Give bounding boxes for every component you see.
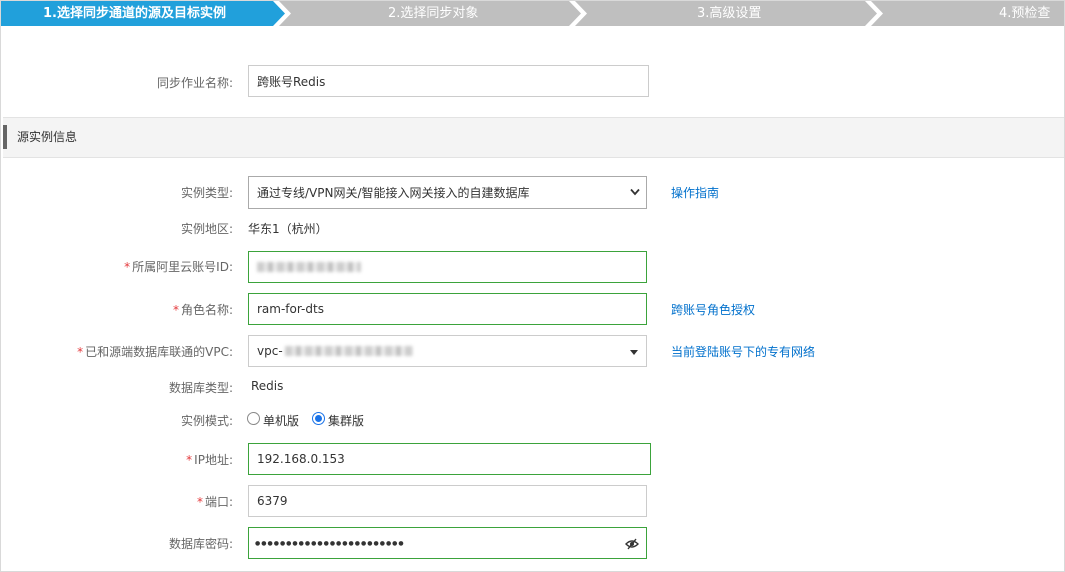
eye-slash-icon[interactable] (625, 538, 639, 550)
account-id-input[interactable] (248, 251, 647, 283)
vpc-label: * 已和源端数据库联通的VPC: (77, 343, 233, 360)
radio-standalone-label[interactable]: 单机版 (263, 412, 299, 429)
db-type-value: Redis (251, 379, 284, 393)
instance-type-value: 通过专线/VPN网关/智能接入网关接入的自建数据库 (257, 186, 530, 200)
port-value: 6379 (257, 494, 288, 508)
chevron-down-icon (630, 188, 640, 196)
password-label: 数据库密码: (168, 537, 233, 551)
vpc-label-text: 已和源端数据库联通的VPC: (85, 345, 233, 359)
vpc-value-prefix: vpc- (257, 344, 283, 358)
ip-input[interactable]: 192.168.0.153 (248, 443, 651, 475)
source-instance-section: 源实例信息 (3, 117, 1064, 158)
task-name-value: 跨账号Redis (257, 74, 326, 89)
step-3-label[interactable]: 3.高级设置 (697, 1, 761, 26)
ip-value: 192.168.0.153 (257, 452, 345, 466)
role-name-input[interactable]: ram-for-dts (248, 293, 647, 325)
required-mark: * (124, 260, 131, 274)
required-mark: * (186, 453, 193, 467)
section-title: 源实例信息 (17, 130, 78, 144)
vpc-select[interactable]: vpc- (248, 335, 647, 367)
redacted-vpc-id (284, 346, 413, 356)
task-name-label: 同步作业名称: (156, 76, 233, 90)
role-name-value: ram-for-dts (257, 302, 324, 316)
role-name-label: * 角色名称: (173, 301, 233, 318)
account-id-label: * 所属阿里云账号ID: (124, 258, 233, 275)
ip-label-text: IP地址: (194, 453, 233, 467)
radio-cluster-label[interactable]: 集群版 (328, 412, 364, 429)
db-type-label: 数据库类型: (168, 381, 233, 395)
step-2-label[interactable]: 2.选择同步对象 (388, 1, 478, 26)
port-label-text: 端口: (204, 495, 233, 509)
step-4-label[interactable]: 4.预检查 (999, 1, 1050, 26)
required-mark: * (196, 495, 203, 509)
current-account-vpc-link[interactable]: 当前登陆账号下的专有网络 (671, 343, 815, 360)
cross-account-role-link[interactable]: 跨账号角色授权 (671, 301, 755, 318)
redacted-account-id (257, 262, 361, 272)
section-accent-bar (3, 125, 7, 149)
password-masked-value: ●●●●●●●●●●●●●●●●●●●●●●●● (255, 539, 405, 547)
password-input[interactable]: ●●●●●●●●●●●●●●●●●●●●●●●● (248, 527, 647, 559)
instance-mode-label: 实例模式: (180, 414, 233, 428)
region-label: 实例地区: (180, 222, 233, 236)
region-value: 华东1（杭州） (248, 222, 328, 236)
account-id-label-text: 所属阿里云账号ID: (132, 260, 233, 274)
radio-cluster[interactable] (312, 412, 325, 425)
task-name-input[interactable]: 跨账号Redis (248, 65, 649, 97)
required-mark: * (77, 345, 84, 359)
radio-standalone[interactable] (247, 412, 260, 425)
port-input[interactable]: 6379 (248, 485, 647, 517)
required-mark: * (172, 303, 179, 317)
operation-guide-link[interactable]: 操作指南 (671, 184, 719, 201)
wizard-steps: 1.选择同步通道的源及目标实例 2.选择同步对象 3.高级设置 4.预检查 (1, 1, 1064, 26)
port-label: * 端口: (197, 493, 233, 510)
instance-type-label: 实例类型: (180, 186, 233, 200)
step-1-label[interactable]: 1.选择同步通道的源及目标实例 (43, 1, 226, 26)
role-name-label-text: 角色名称: (180, 303, 233, 317)
caret-down-icon (630, 350, 638, 355)
instance-type-select[interactable]: 通过专线/VPN网关/智能接入网关接入的自建数据库 (248, 176, 647, 209)
ip-label: * IP地址: (186, 451, 233, 468)
